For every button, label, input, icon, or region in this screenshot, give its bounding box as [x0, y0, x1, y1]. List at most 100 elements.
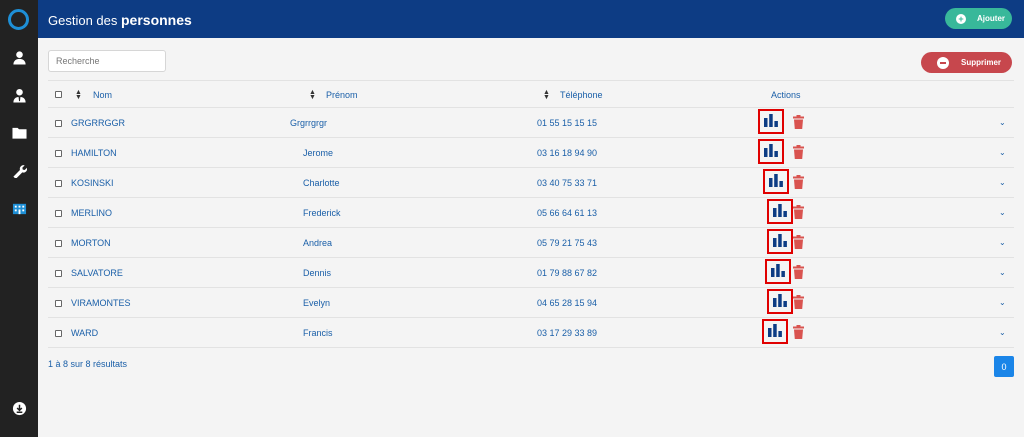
- cell-prenom: Jerome: [303, 148, 334, 158]
- plus-icon: +: [956, 13, 966, 24]
- sort-telephone-icon[interactable]: ▲ ▼: [543, 89, 550, 101]
- download-icon[interactable]: [0, 398, 38, 418]
- row-checkbox[interactable]: [55, 150, 62, 157]
- bar-chart-icon: [771, 264, 785, 277]
- page-title: Gestion des personnes: [48, 12, 192, 28]
- trash-icon[interactable]: [793, 295, 804, 309]
- bar-chart-icon: [768, 324, 782, 337]
- table-row: VIRAMONTES Evelyn 04 65 28 15 94 ⌄: [48, 288, 1014, 318]
- sort-prenom-icon[interactable]: ▲ ▼: [309, 89, 316, 101]
- table-row: WARD Francis 03 17 29 33 89 ⌄: [48, 318, 1014, 348]
- page-title-bold: personnes: [121, 12, 192, 28]
- chevron-down-icon[interactable]: ⌄: [999, 178, 1006, 187]
- select-all-checkbox[interactable]: [55, 91, 62, 98]
- chevron-down-icon[interactable]: ⌄: [999, 148, 1006, 157]
- cell-telephone: 01 79 88 67 82: [537, 268, 598, 278]
- bar-chart-icon: [773, 294, 787, 307]
- user-icon[interactable]: [0, 47, 38, 67]
- chevron-down-icon[interactable]: ⌄: [999, 208, 1006, 217]
- search-input[interactable]: [48, 50, 166, 72]
- cell-telephone: 05 66 64 61 13: [537, 208, 598, 218]
- cell-telephone: 05 79 21 75 43: [537, 238, 598, 248]
- top-bar: Gestion des personnes + Ajouter: [38, 0, 1024, 38]
- cell-nom[interactable]: VIRAMONTES: [71, 298, 131, 308]
- cell-telephone: 01 55 15 15 15: [537, 118, 598, 128]
- cell-prenom: Frederick: [303, 208, 341, 218]
- minus-icon: [937, 56, 949, 69]
- cell-nom[interactable]: MORTON: [71, 238, 111, 248]
- row-checkbox[interactable]: [55, 180, 62, 187]
- wrench-icon[interactable]: [0, 160, 38, 180]
- trash-icon[interactable]: [793, 325, 804, 339]
- cell-prenom: Grgrrgrgr: [290, 118, 328, 128]
- app-logo[interactable]: [8, 9, 29, 30]
- stats-button[interactable]: [762, 319, 788, 344]
- stats-button[interactable]: [767, 229, 793, 254]
- trash-icon[interactable]: [793, 145, 804, 159]
- table-row: SALVATORE Dennis 01 79 88 67 82 ⌄: [48, 258, 1014, 288]
- cell-telephone: 03 17 29 33 89: [537, 328, 598, 338]
- stats-button[interactable]: [767, 199, 793, 224]
- chevron-down-icon[interactable]: ⌄: [999, 328, 1006, 337]
- table-row: KOSINSKI Charlotte 03 40 75 33 71 ⌄: [48, 168, 1014, 198]
- trash-icon[interactable]: [793, 115, 804, 129]
- stats-button[interactable]: [767, 289, 793, 314]
- row-checkbox[interactable]: [55, 120, 62, 127]
- table-row: GRGRRGGR Grgrrgrgr 01 55 15 15 15 ⌄: [48, 108, 1014, 138]
- page-title-prefix: Gestion des: [48, 13, 118, 28]
- cell-telephone: 04 65 28 15 94: [537, 298, 598, 308]
- cell-prenom: Charlotte: [303, 178, 340, 188]
- row-checkbox[interactable]: [55, 270, 62, 277]
- cell-nom[interactable]: WARD: [71, 328, 98, 338]
- stats-button[interactable]: [758, 139, 784, 164]
- building-icon[interactable]: [0, 198, 38, 218]
- cell-telephone: 03 40 75 33 71: [537, 178, 598, 188]
- column-header-actions: Actions: [771, 90, 801, 100]
- user-tie-icon[interactable]: [0, 85, 38, 105]
- cell-nom[interactable]: GRGRRGGR: [71, 118, 125, 128]
- pagination-button[interactable]: 0: [994, 356, 1014, 377]
- column-header-nom[interactable]: Nom: [93, 90, 112, 100]
- trash-icon[interactable]: [793, 175, 804, 189]
- chevron-down-icon[interactable]: ⌄: [999, 238, 1006, 247]
- cell-prenom: Evelyn: [303, 298, 331, 308]
- sort-nom-icon[interactable]: ▲ ▼: [75, 89, 82, 101]
- trash-icon[interactable]: [793, 205, 804, 219]
- results-count: 1 à 8 sur 8 résultats: [48, 359, 128, 369]
- add-button-label: Ajouter: [977, 14, 1005, 23]
- chevron-down-icon[interactable]: ⌄: [999, 268, 1006, 277]
- table-row: MERLINO Frederick 05 66 64 61 13 ⌄: [48, 198, 1014, 228]
- delete-button[interactable]: Supprimer: [921, 52, 1012, 73]
- cell-telephone: 03 16 18 94 90: [537, 148, 598, 158]
- stats-button[interactable]: [765, 259, 791, 284]
- trash-icon[interactable]: [793, 235, 804, 249]
- row-checkbox[interactable]: [55, 330, 62, 337]
- cell-nom[interactable]: MERLINO: [71, 208, 112, 218]
- cell-prenom: Francis: [303, 328, 333, 338]
- cell-prenom: Dennis: [303, 268, 332, 278]
- bar-chart-icon: [773, 204, 787, 217]
- column-header-telephone[interactable]: Téléphone: [560, 90, 603, 100]
- bar-chart-icon: [764, 114, 778, 127]
- bar-chart-icon: [769, 174, 783, 187]
- cell-prenom: Andrea: [303, 238, 333, 248]
- chevron-down-icon[interactable]: ⌄: [999, 118, 1006, 127]
- folder-icon[interactable]: [0, 122, 38, 142]
- row-checkbox[interactable]: [55, 240, 62, 247]
- table-row: HAMILTON Jerome 03 16 18 94 90 ⌄: [48, 138, 1014, 168]
- cell-nom[interactable]: SALVATORE: [71, 268, 123, 278]
- cell-nom[interactable]: KOSINSKI: [71, 178, 114, 188]
- column-header-prenom[interactable]: Prénom: [326, 90, 358, 100]
- stats-button[interactable]: [758, 109, 784, 134]
- chevron-down-icon[interactable]: ⌄: [999, 298, 1006, 307]
- row-checkbox[interactable]: [55, 210, 62, 217]
- stats-button[interactable]: [763, 169, 789, 194]
- row-checkbox[interactable]: [55, 300, 62, 307]
- bar-chart-icon: [764, 144, 778, 157]
- sidebar: [0, 0, 38, 437]
- trash-icon[interactable]: [793, 265, 804, 279]
- cell-nom[interactable]: HAMILTON: [71, 148, 117, 158]
- table-row: MORTON Andrea 05 79 21 75 43 ⌄: [48, 228, 1014, 258]
- add-button[interactable]: + Ajouter: [945, 8, 1012, 29]
- bar-chart-icon: [773, 234, 787, 247]
